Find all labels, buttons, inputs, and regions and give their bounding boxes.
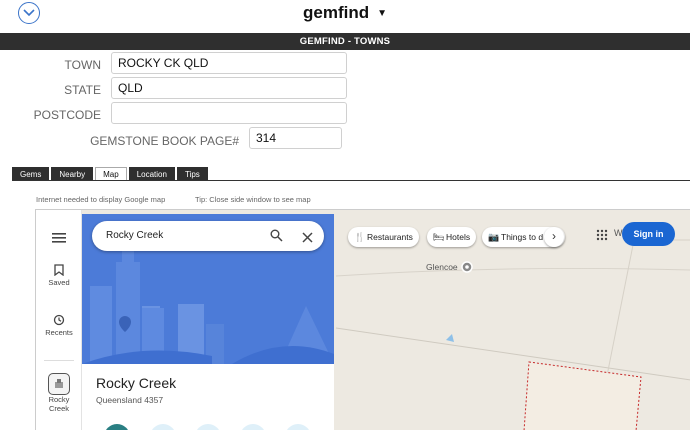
chip-hotels[interactable]: 🛏 Hotels xyxy=(427,227,477,247)
place-side-panel: Rocky Creek Rocky Creek Queensland 4357 xyxy=(82,214,334,430)
send-action-button[interactable] xyxy=(240,424,266,430)
place-label-glencoe[interactable]: Glencoe xyxy=(426,262,458,272)
place-subtitle: Queensland 4357 xyxy=(96,395,164,405)
tab-bar: Gems Nearby Map Location Tips xyxy=(12,167,210,181)
rail-recents-label: Recents xyxy=(45,328,73,337)
tab-tips[interactable]: Tips xyxy=(176,167,208,181)
rail-rocky-creek[interactable]: Rocky Creek xyxy=(36,373,82,413)
tab-gems[interactable]: Gems xyxy=(12,167,50,181)
chip-restaurants[interactable]: 🍴 Restaurants xyxy=(348,227,419,247)
rail-place-line2: Creek xyxy=(48,404,69,413)
tab-location[interactable]: Location xyxy=(128,167,175,181)
section-banner: GEMFIND - TOWNS xyxy=(0,33,690,50)
camera-icon: 📷 xyxy=(488,232,500,242)
hamburger-menu-icon[interactable] xyxy=(52,231,66,249)
bookmark-icon xyxy=(36,264,82,278)
state-label: STATE xyxy=(64,83,101,97)
dropdown-caret-icon: ▼ xyxy=(377,8,387,19)
place-thumbnail-icon xyxy=(48,373,70,395)
close-icon[interactable] xyxy=(302,230,313,248)
bed-icon: 🛏 xyxy=(433,232,445,242)
nearby-action-button[interactable] xyxy=(195,424,221,430)
rail-recents[interactable]: Recents xyxy=(36,314,82,337)
chevron-right-icon[interactable]: › xyxy=(544,227,564,247)
fork-knife-icon: 🍴 xyxy=(354,232,366,242)
save-action-button[interactable] xyxy=(150,424,176,430)
postcode-field[interactable] xyxy=(111,102,347,124)
chip-hotels-label: Hotels xyxy=(446,232,471,242)
map-search-input[interactable]: Rocky Creek xyxy=(106,230,163,241)
search-icon[interactable] xyxy=(270,229,283,247)
map-search-box[interactable]: Rocky Creek xyxy=(92,221,324,251)
tab-map[interactable]: Map xyxy=(95,167,127,181)
postcode-label: POSTCODE xyxy=(33,108,101,122)
town-label: TOWN xyxy=(64,58,101,72)
tab-underline xyxy=(12,180,690,181)
map-side-rail: Saved Recents Rocky Creek xyxy=(36,210,82,430)
tab-nearby[interactable]: Nearby xyxy=(51,167,94,181)
tip-hint: Tip: Close side window to see map xyxy=(195,195,311,204)
apps-grid-icon[interactable] xyxy=(596,228,608,246)
book-page-label: GEMSTONE BOOK PAGE# xyxy=(90,134,239,148)
app-title-text: gemfind xyxy=(302,3,370,22)
share-action-button[interactable] xyxy=(285,424,311,430)
history-icon xyxy=(36,314,82,328)
rail-divider xyxy=(44,360,74,361)
google-map-frame[interactable]: 🍴 Restaurants 🛏 Hotels 📷 Things to d › W Si… xyxy=(35,209,690,430)
rail-place-line1: Rocky xyxy=(48,395,70,404)
chip-restaurants-label: Restaurants xyxy=(367,232,413,242)
directions-button[interactable] xyxy=(104,424,130,430)
place-title: Rocky Creek xyxy=(96,375,177,391)
rail-saved[interactable]: Saved xyxy=(36,264,82,287)
rail-saved-label: Saved xyxy=(48,278,70,287)
town-field[interactable]: ROCKY CK QLD xyxy=(111,52,347,74)
sign-in-button[interactable]: Sign in xyxy=(622,222,675,246)
app-title[interactable]: gemfind ▼ xyxy=(0,3,690,23)
chip-things-label: Things to d xyxy=(501,232,544,242)
internet-hint: Internet needed to display Google map xyxy=(36,195,166,204)
book-page-field[interactable]: 314 xyxy=(249,127,342,149)
top-bar: gemfind ▼ xyxy=(0,0,690,32)
map-pin-icon[interactable] xyxy=(461,261,473,280)
state-field[interactable]: QLD xyxy=(111,77,347,99)
